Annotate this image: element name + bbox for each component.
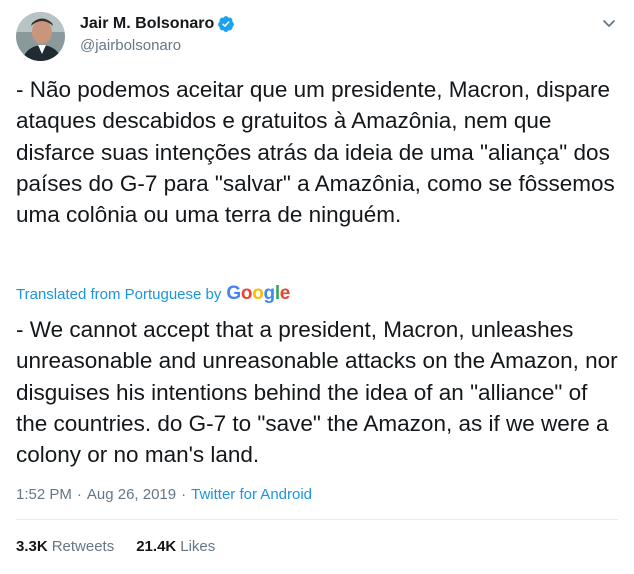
tweet-card: Jair M. Bolsonaro @jairbolsonaro - Não p… bbox=[0, 0, 634, 574]
retweets-label: Retweets bbox=[51, 538, 115, 555]
tweet-time[interactable]: 1:52 PM bbox=[16, 485, 72, 505]
name-row: Jair M. Bolsonaro bbox=[80, 14, 235, 34]
translated-from-link[interactable]: Translated from Portuguese by bbox=[16, 286, 221, 303]
verified-badge-icon bbox=[217, 15, 235, 33]
tweet-source-link[interactable]: Twitter for Android bbox=[191, 485, 312, 505]
tweet-date[interactable]: Aug 26, 2019 bbox=[87, 485, 176, 505]
retweets-stat[interactable]: 3.3K Retweets bbox=[16, 537, 114, 557]
chevron-down-icon[interactable] bbox=[600, 14, 618, 32]
google-logo: Google bbox=[226, 283, 291, 304]
user-handle[interactable]: @jairbolsonaro bbox=[80, 36, 181, 56]
tweet-stats: 3.3K Retweets 21.4K Likes bbox=[16, 537, 237, 557]
avatar[interactable] bbox=[16, 12, 65, 61]
tweet-translated-text: - We cannot accept that a president, Mac… bbox=[16, 317, 618, 468]
likes-stat[interactable]: 21.4K Likes bbox=[136, 537, 215, 557]
translation-attribution: Translated from Portuguese by Google bbox=[16, 283, 290, 305]
likes-label: Likes bbox=[180, 538, 216, 555]
meta-separator: · bbox=[181, 486, 187, 503]
likes-count: 21.4K bbox=[136, 538, 177, 555]
meta-separator: · bbox=[76, 486, 82, 503]
tweet-original-text: - Não podemos aceitar que um presidente,… bbox=[16, 77, 615, 228]
retweets-count: 3.3K bbox=[16, 538, 48, 555]
tweet-header: Jair M. Bolsonaro @jairbolsonaro bbox=[16, 12, 618, 62]
tweet-meta: 1:52 PM · Aug 26, 2019 · Twitter for And… bbox=[16, 485, 312, 505]
display-name[interactable]: Jair M. Bolsonaro bbox=[80, 14, 214, 34]
divider bbox=[16, 519, 618, 520]
